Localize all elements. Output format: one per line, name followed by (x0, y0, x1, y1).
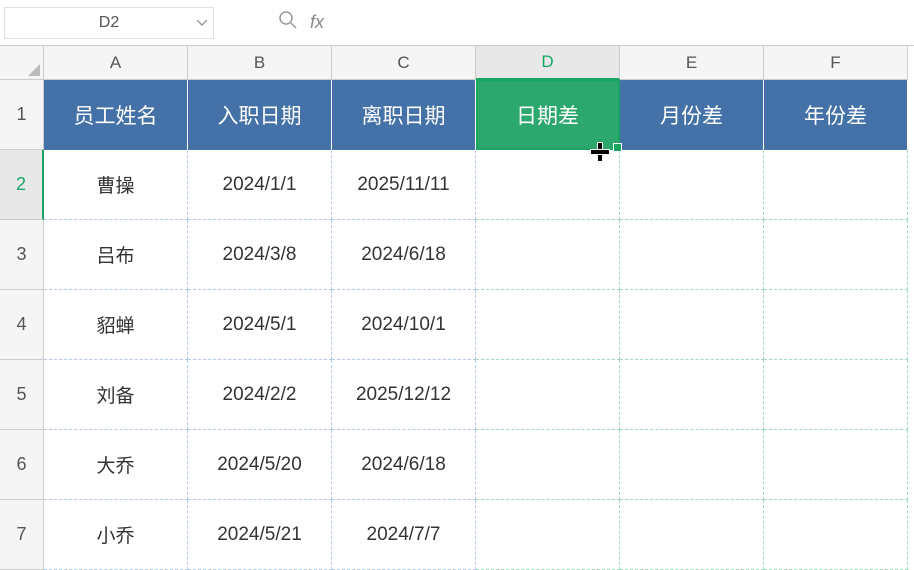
header-cell[interactable]: 月份差 (620, 80, 764, 150)
cell-F4[interactable] (764, 290, 908, 360)
header-cell[interactable]: 入职日期 (188, 80, 332, 150)
cell-E7[interactable] (620, 500, 764, 570)
cell-F7[interactable] (764, 500, 908, 570)
cell-E6[interactable] (620, 430, 764, 500)
header-cell[interactable]: 离职日期 (332, 80, 476, 150)
cell-E2[interactable] (620, 150, 764, 220)
cell-C3[interactable]: 2024/6/18 (332, 220, 476, 290)
cell-A2[interactable]: 曹操 (44, 150, 188, 220)
cell-A7[interactable]: 小乔 (44, 500, 188, 570)
row-head-7[interactable]: 7 (0, 500, 44, 570)
col-head-C[interactable]: C (332, 46, 476, 80)
name-box-dropdown-icon[interactable] (195, 16, 209, 30)
select-all-corner[interactable] (0, 46, 44, 80)
cell-E3[interactable] (620, 220, 764, 290)
cell-B7[interactable]: 2024/5/21 (188, 500, 332, 570)
header-cell[interactable]: 年份差 (764, 80, 908, 150)
cell-F3[interactable] (764, 220, 908, 290)
fx-icon[interactable]: fx (310, 12, 324, 33)
cell-A6[interactable]: 大乔 (44, 430, 188, 500)
col-head-D[interactable]: D (476, 46, 620, 80)
col-head-A[interactable]: A (44, 46, 188, 80)
row-head-2[interactable]: 2 (0, 150, 44, 220)
row-head-1[interactable]: 1 (0, 80, 44, 150)
cell-C5[interactable]: 2025/12/12 (332, 360, 476, 430)
cell-D7[interactable] (476, 500, 620, 570)
cell-E5[interactable] (620, 360, 764, 430)
cell-C7[interactable]: 2024/7/7 (332, 500, 476, 570)
row-head-3[interactable]: 3 (0, 220, 44, 290)
cell-B2[interactable]: 2024/1/1 (188, 150, 332, 220)
cell-D6[interactable] (476, 430, 620, 500)
row-head-6[interactable]: 6 (0, 430, 44, 500)
cell-E4[interactable] (620, 290, 764, 360)
cell-F5[interactable] (764, 360, 908, 430)
col-head-B[interactable]: B (188, 46, 332, 80)
cell-B4[interactable]: 2024/5/1 (188, 290, 332, 360)
cell-A3[interactable]: 吕布 (44, 220, 188, 290)
row-head-5[interactable]: 5 (0, 360, 44, 430)
cell-D4[interactable] (476, 290, 620, 360)
header-cell[interactable]: 员工姓名 (44, 80, 188, 150)
spreadsheet-grid[interactable]: ABCDEF1员工姓名入职日期离职日期日期差月份差年份差2曹操2024/1/12… (0, 46, 914, 570)
cell-B5[interactable]: 2024/2/2 (188, 360, 332, 430)
name-box-value: D2 (99, 14, 119, 32)
cell-A4[interactable]: 貂蝉 (44, 290, 188, 360)
col-head-E[interactable]: E (620, 46, 764, 80)
cell-C4[interactable]: 2024/10/1 (332, 290, 476, 360)
zoom-icon[interactable] (278, 10, 298, 35)
formula-input[interactable] (332, 7, 914, 39)
cell-A5[interactable]: 刘备 (44, 360, 188, 430)
row-head-4[interactable]: 4 (0, 290, 44, 360)
cell-D2[interactable] (476, 150, 620, 220)
cell-D5[interactable] (476, 360, 620, 430)
col-head-F[interactable]: F (764, 46, 908, 80)
header-cell[interactable]: 日期差 (476, 80, 620, 150)
cell-B6[interactable]: 2024/5/20 (188, 430, 332, 500)
formula-bar: D2 fx (0, 0, 914, 46)
cell-C6[interactable]: 2024/6/18 (332, 430, 476, 500)
cell-C2[interactable]: 2025/11/11 (332, 150, 476, 220)
cell-B3[interactable]: 2024/3/8 (188, 220, 332, 290)
cell-F2[interactable] (764, 150, 908, 220)
name-box[interactable]: D2 (4, 7, 214, 39)
cell-F6[interactable] (764, 430, 908, 500)
fx-area: fx (278, 10, 324, 35)
cell-D3[interactable] (476, 220, 620, 290)
